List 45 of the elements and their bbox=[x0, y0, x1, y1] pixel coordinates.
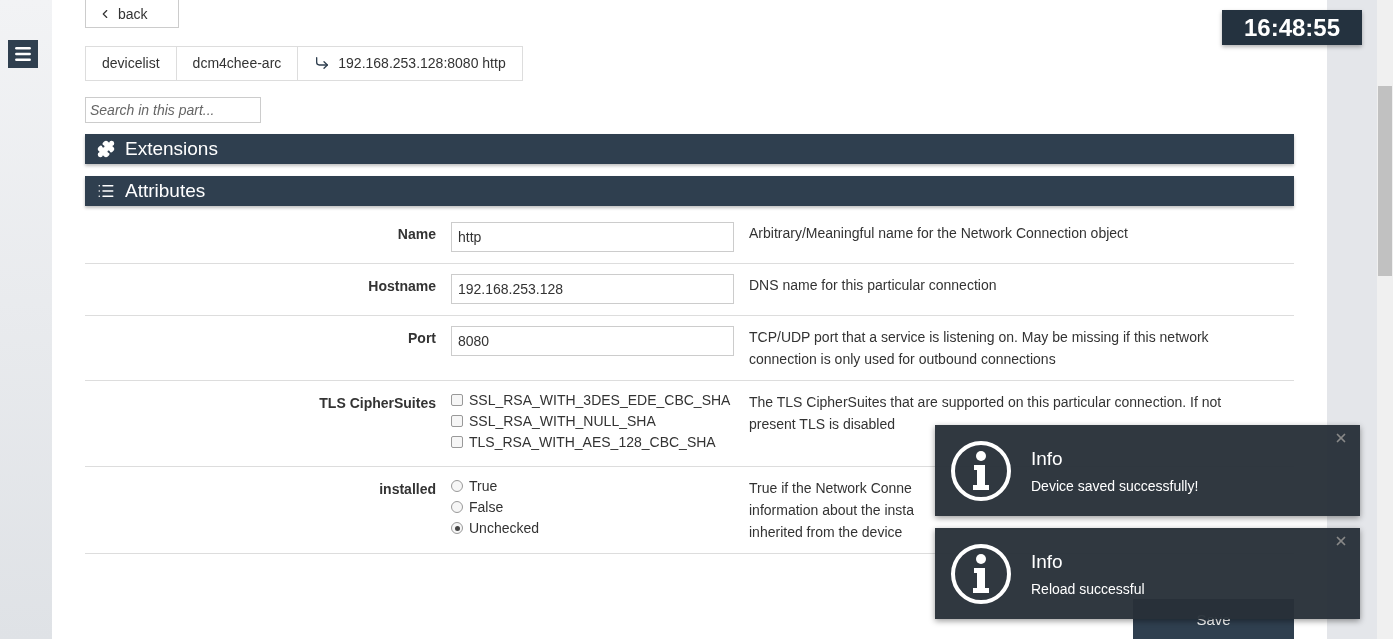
close-button[interactable] bbox=[1334, 534, 1348, 548]
radio-option[interactable]: Unchecked bbox=[451, 519, 734, 537]
toast-message: Reload successful bbox=[1031, 580, 1145, 597]
info-icon bbox=[949, 438, 1013, 503]
field-label: TLS CipherSuites bbox=[318, 394, 436, 413]
field-description: TCP/UDP port that a service is listening on. May be missing if this network connection is only used for outbound connections bbox=[749, 328, 1210, 369]
checkbox-option[interactable]: SSL_RSA_WITH_3DES_EDE_CBC_SHA bbox=[451, 391, 734, 409]
checkbox-option[interactable]: SSL_RSA_WITH_NULL_SHA bbox=[451, 412, 734, 430]
field-label: Hostname bbox=[367, 277, 436, 296]
text-field[interactable]: 8080 bbox=[451, 326, 734, 356]
extensions-bar[interactable]: Extensions bbox=[85, 134, 1294, 165]
menu-button[interactable] bbox=[8, 40, 38, 68]
attributes-bar[interactable]: Attributes bbox=[85, 176, 1294, 206]
close-icon bbox=[1334, 534, 1348, 548]
breadcrumb-item[interactable]: dcm4chee-arc bbox=[175, 46, 298, 81]
checkbox-option[interactable]: TLS_RSA_WITH_AES_128_CBC_SHA bbox=[451, 433, 734, 451]
close-icon bbox=[1334, 431, 1348, 445]
toast-title: Info bbox=[1031, 447, 1064, 470]
list-icon bbox=[97, 182, 115, 200]
field-label: Name bbox=[396, 225, 436, 244]
field-description: Arbitrary/Meaningful name for the Network Connection object bbox=[749, 224, 1129, 243]
scrollbar[interactable] bbox=[1377, 0, 1393, 639]
radio-option[interactable]: False bbox=[451, 498, 734, 516]
toast-title: Info bbox=[1031, 550, 1064, 573]
description-line: inherited from the device bbox=[749, 523, 903, 542]
field-description: The TLS CipherSuites that are supported on this particular connection. If not present TLS is disabled bbox=[749, 393, 1223, 434]
radio-option[interactable]: True bbox=[451, 477, 734, 495]
return-arrow-icon bbox=[314, 55, 331, 72]
breadcrumb-item[interactable]: 192.168.253.128:8080 http bbox=[297, 46, 523, 81]
field-label: installed bbox=[378, 480, 436, 499]
search-field[interactable]: Search in this part... bbox=[85, 96, 261, 124]
text-field[interactable]: 192.168.253.128 bbox=[451, 274, 734, 304]
description-line: True if the Network Conne bbox=[749, 479, 912, 498]
info-icon bbox=[949, 541, 1013, 606]
field-description: DNS name for this particular connection bbox=[749, 276, 998, 295]
description-line: information about the insta bbox=[749, 501, 914, 520]
back-button[interactable]: back bbox=[85, 0, 179, 29]
puzzle-icon bbox=[97, 140, 115, 159]
field-label: Port bbox=[407, 329, 436, 348]
toast-message: Device saved successfully! bbox=[1031, 477, 1199, 494]
text-field[interactable]: http bbox=[451, 222, 734, 252]
close-button[interactable] bbox=[1334, 431, 1348, 445]
clock: 16:48:55 bbox=[1222, 10, 1362, 45]
menu-icon bbox=[13, 44, 33, 64]
breadcrumb-item[interactable]: devicelist bbox=[85, 46, 176, 81]
